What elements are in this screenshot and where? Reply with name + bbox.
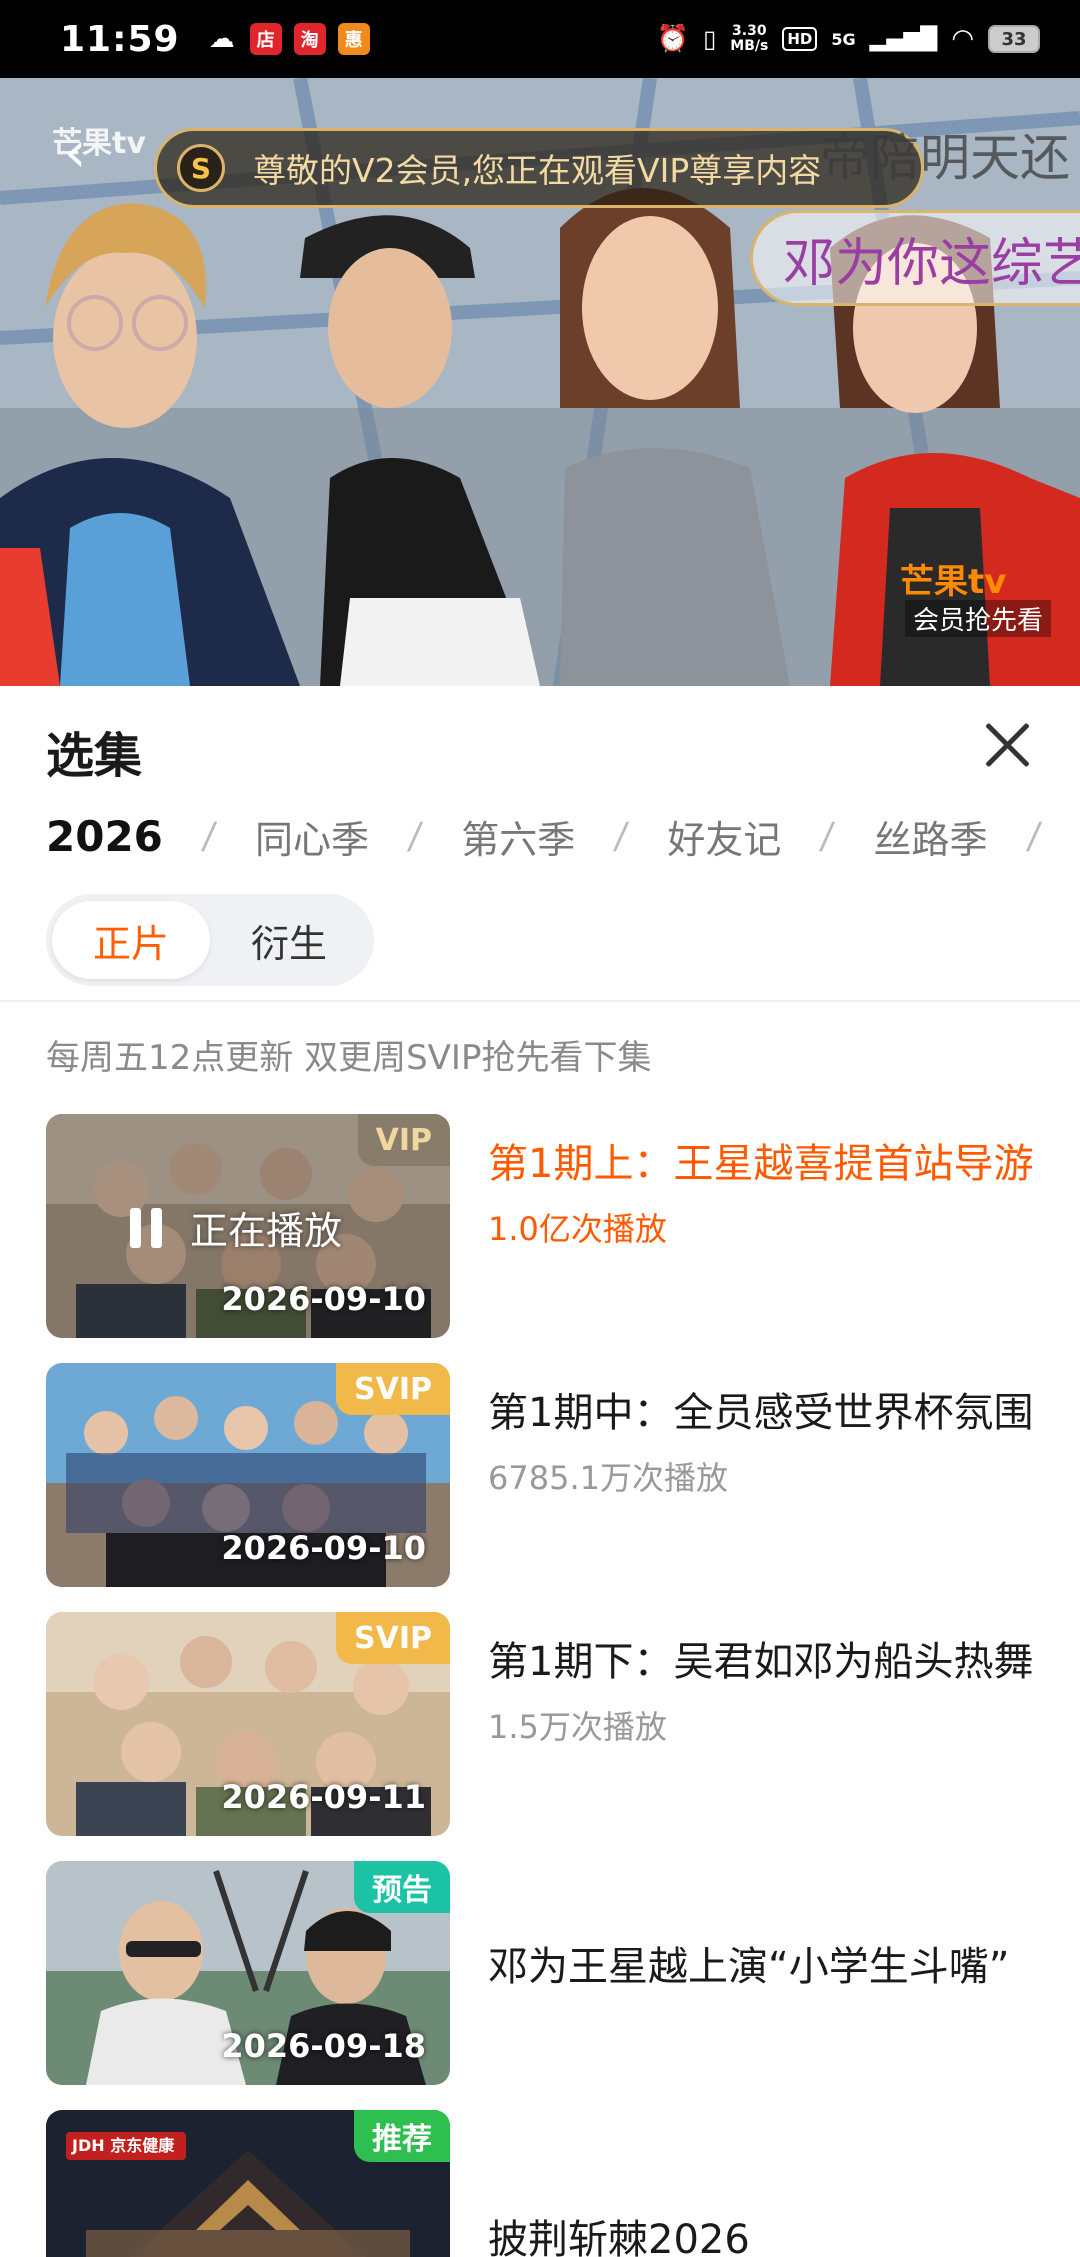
vip-badge: VIP	[357, 1114, 450, 1166]
tab-separator: /	[200, 815, 218, 857]
season-tabs: 2026 / 同心季 / 第六季 / 好友记 / 丝路季 / 第五	[46, 806, 1080, 866]
sheet-title: 选集	[46, 728, 143, 784]
episode-item-3[interactable]: SVIP 2026-09-11 第1期下：吴君如邓为船头热舞 1.5万次播放	[46, 1612, 1046, 1836]
close-icon[interactable]	[980, 718, 1034, 772]
episode-title: 第1期中：全员感受世界杯氛围	[488, 1390, 1034, 1436]
tab-season-friends[interactable]: 好友记	[667, 809, 781, 864]
status-bar: 11:59 ☁ 店 淘 惠 ⏰ ▯ 3.30 MB/s HD 5G ▂▄▆█ ◠…	[0, 0, 1080, 78]
episode-picker-screen: 11:59 ☁ 店 淘 惠 ⏰ ▯ 3.30 MB/s HD 5G ▂▄▆█ ◠…	[0, 0, 1080, 2257]
update-schedule-note: 每周五12点更新 双更周SVIP抢先看下集	[46, 1038, 652, 1078]
episode-thumbnail: SVIP 2026-09-11	[46, 1612, 450, 1836]
episode-info: 邓为王星越上演“小学生斗嘴”	[488, 1937, 1068, 1997]
episode-item-4[interactable]: 预告 2026-09-18 邓为王星越上演“小学生斗嘴”	[46, 1861, 1046, 2085]
episode-date: 2026-09-10	[221, 1529, 426, 1567]
wechat-icon: ☁	[208, 24, 235, 54]
now-playing-indicator: 正在播放	[130, 1200, 342, 1255]
episode-thumbnail: SVIP 2026-09-10	[46, 1363, 450, 1587]
now-playing-label: 正在播放	[190, 1209, 343, 1253]
preview-badge: 预告	[354, 1861, 450, 1913]
tab-spinoffs[interactable]: 衍生	[210, 901, 368, 979]
episode-play-count: 6785.1万次播放	[488, 1459, 728, 1497]
alarm-icon: ⏰	[656, 24, 690, 54]
svip-badge: SVIP	[336, 1612, 450, 1664]
episode-play-count: 1.5万次播放	[488, 1708, 667, 1746]
vip-banner-text: 尊敬的V2会员,您正在观看VIP尊享内容	[253, 151, 822, 190]
tab-season-silkroad[interactable]: 丝路季	[874, 809, 988, 864]
mgtv-watermark: 芒果tv	[900, 562, 1007, 602]
hd-badge: HD	[782, 27, 818, 51]
mgtv-logo: 芒果tv	[52, 126, 146, 161]
svip-badge: SVIP	[336, 1363, 450, 1415]
signal-icon: ▂▄▆█	[869, 26, 938, 52]
episode-thumbnail: JDH 京东健康 推荐	[46, 2110, 450, 2257]
tab-season-2026[interactable]: 2026	[46, 812, 163, 861]
episode-date: 2026-09-18	[221, 2027, 426, 2065]
status-app-icons: ☁ 店 淘 惠	[206, 23, 370, 55]
net-speed-unit: MB/s	[730, 38, 769, 54]
episode-title: 披荆斩棘2026	[488, 2217, 750, 2257]
pause-icon	[130, 1207, 170, 1248]
episode-title: 第1期下：吴君如邓为船头热舞	[488, 1639, 1034, 1685]
divider	[0, 1000, 1080, 1002]
episode-info: 披荆斩棘2026	[488, 2210, 1068, 2257]
status-right-icons: ⏰ ▯ 3.30 MB/s HD 5G ▂▄▆█ ◠ 33	[657, 24, 1040, 54]
episode-title: 第1期上：王星越喜提首站导游	[488, 1141, 1034, 1187]
episode-play-count: 1.0亿次播放	[488, 1210, 667, 1248]
episode-item-2[interactable]: SVIP 2026-09-10 第1期中：全员感受世界杯氛围 6785.1万次播…	[46, 1363, 1046, 1587]
bullet-comment-2: 邓为你这综艺	[750, 210, 1080, 306]
tab-separator: /	[406, 815, 425, 857]
tab-separator: /	[612, 815, 631, 857]
svip-s-icon: S	[177, 144, 225, 192]
episode-item-5[interactable]: JDH 京东健康 推荐 披荆斩棘2026	[46, 2110, 1046, 2257]
tab-separator: /	[1024, 815, 1043, 857]
tab-season-6[interactable]: 第六季	[461, 809, 575, 864]
battery-icon: 33	[988, 25, 1040, 53]
network-type: 5G	[831, 29, 856, 49]
video-player[interactable]: ‹ 芒果tv S 尊敬的V2会员,您正在观看VIP尊享内容 帝陪明天还 邓为你这…	[0, 78, 1080, 686]
episode-info: 第1期上：王星越喜提首站导游 1.0亿次播放	[488, 1134, 1068, 1250]
episode-thumbnail: 预告 2026-09-18	[46, 1861, 450, 2085]
taobao-app-icon: 淘	[293, 23, 326, 55]
net-speed-value: 3.30	[732, 23, 767, 39]
mgtv-watermark-sub: 会员抢先看	[905, 600, 1052, 637]
episode-date: 2026-09-10	[221, 1280, 426, 1318]
jd-health-brand: JDH 京东健康	[72, 2136, 175, 2155]
bullet-comment-1: 帝陪明天还	[820, 129, 1070, 187]
deal-app-icon: 惠	[337, 23, 370, 55]
episode-info: 第1期下：吴君如邓为船头热舞 1.5万次播放	[488, 1632, 1068, 1748]
tab-main-episodes[interactable]: 正片	[52, 901, 210, 979]
episode-info: 第1期中：全员感受世界杯氛围 6785.1万次播放	[488, 1383, 1068, 1499]
wifi-icon: ◠	[951, 24, 974, 54]
shop-app-icon: 店	[249, 23, 282, 55]
content-type-toggle: 正片 衍生	[46, 894, 374, 986]
tab-season-tongxin[interactable]: 同心季	[255, 809, 369, 864]
vibrate-icon: ▯	[703, 25, 717, 53]
episode-date: 2026-09-11	[221, 1778, 426, 1816]
episode-title: 邓为王星越上演“小学生斗嘴”	[488, 1944, 1010, 1990]
episode-item-1[interactable]: VIP 正在播放 2026-09-10 第1期上：王星越喜提首站导游 1.0亿次…	[46, 1114, 1046, 1338]
net-speed: 3.30 MB/s	[730, 24, 768, 54]
recommend-badge: 推荐	[354, 2110, 450, 2162]
vip-member-banner: S 尊敬的V2会员,您正在观看VIP尊享内容	[154, 128, 924, 208]
episode-thumbnail: VIP 正在播放 2026-09-10	[46, 1114, 450, 1338]
tab-separator: /	[818, 815, 837, 857]
status-time: 11:59	[60, 18, 180, 60]
